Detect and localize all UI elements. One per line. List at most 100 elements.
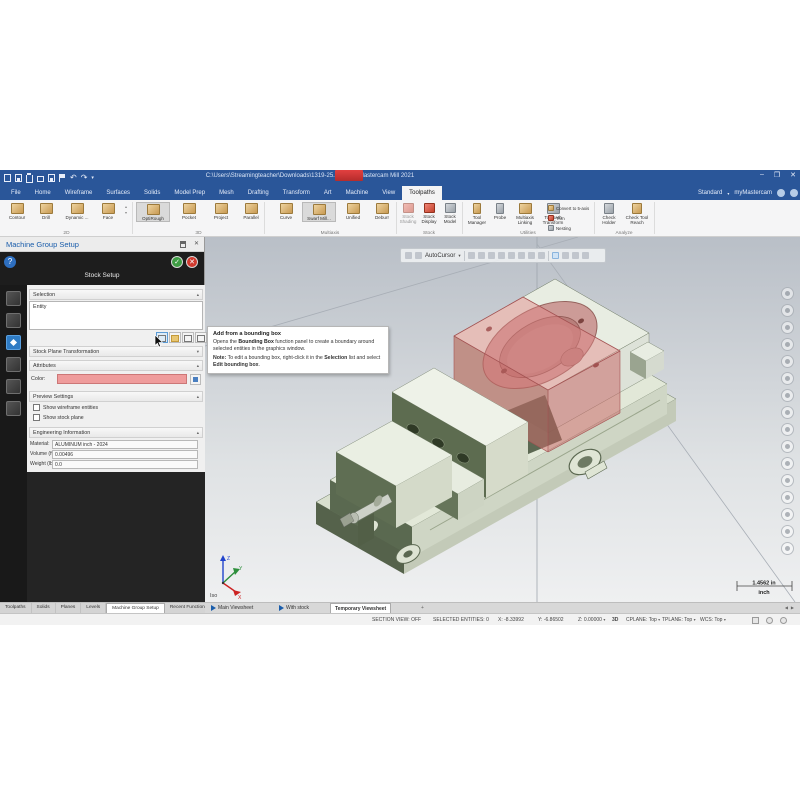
close-button[interactable]: ✕: [790, 171, 796, 179]
shaded-display-button[interactable]: [781, 508, 794, 521]
autocursor-label[interactable]: AutoCursor: [425, 253, 455, 259]
section-view-button[interactable]: [781, 474, 794, 487]
tool-settings-page-icon[interactable]: [6, 313, 21, 328]
snap-quadrant-icon[interactable]: [518, 252, 525, 259]
drill-button[interactable]: Drill: [32, 202, 60, 220]
pan-button[interactable]: [781, 372, 794, 385]
tab-levels-manager[interactable]: Levels: [81, 603, 106, 613]
show-stock-plane-checkbox-row[interactable]: Show stock plane: [33, 414, 84, 421]
fit-view-button[interactable]: [781, 389, 794, 402]
tab-drafting[interactable]: Drafting: [241, 186, 276, 200]
tab-solids[interactable]: Solids: [137, 186, 167, 200]
unified-button[interactable]: Unified: [338, 202, 368, 220]
dynamic-rotate-button[interactable]: [781, 355, 794, 368]
trim-button[interactable]: Trim: [548, 213, 596, 223]
collapse-icon[interactable]: ▴: [197, 392, 199, 402]
files-page-icon[interactable]: [6, 291, 21, 306]
preview-settings-section-header[interactable]: Preview Settings▴: [29, 391, 203, 402]
snap-intersection-icon[interactable]: [508, 252, 515, 259]
restore-button[interactable]: ❐: [774, 171, 780, 179]
add-viewsheet-button[interactable]: +: [417, 603, 428, 613]
minimize-button[interactable]: –: [760, 171, 764, 179]
iso-view-button[interactable]: [781, 406, 794, 419]
multiaxis-linking-button[interactable]: Multiaxis Linking: [512, 202, 538, 225]
panel-close-icon[interactable]: ✕: [194, 240, 199, 247]
tab-machine-group-setup[interactable]: Machine Group Setup: [106, 603, 165, 613]
stock-color-swatch[interactable]: [57, 374, 187, 384]
tab-transform[interactable]: Transform: [276, 186, 317, 200]
selection-section-header[interactable]: Selection▴: [29, 289, 203, 300]
display-options-button[interactable]: [781, 542, 794, 555]
right-view-button[interactable]: [781, 457, 794, 470]
show-wireframe-checkbox-row[interactable]: Show wireframe entities: [33, 404, 98, 411]
clear-selection-icon[interactable]: [582, 252, 589, 259]
collapse-icon[interactable]: ▴: [197, 361, 199, 371]
tab-home[interactable]: Home: [28, 186, 58, 200]
pocket-button[interactable]: Pocket: [174, 202, 204, 220]
curve-button[interactable]: Curve: [272, 202, 300, 220]
tool-page-icon[interactable]: [6, 379, 21, 394]
remove-selection-button[interactable]: [195, 332, 207, 343]
stock-setup-page-icon[interactable]: [6, 335, 21, 350]
select-all-icon[interactable]: [562, 252, 569, 259]
collapse-icon[interactable]: ▴: [197, 428, 199, 438]
snap-midpoint-icon[interactable]: [488, 252, 495, 259]
attributes-section-header[interactable]: Attributes▴: [29, 360, 203, 371]
selection-list-item[interactable]: Entity: [33, 304, 46, 310]
zoom-window-button[interactable]: [781, 304, 794, 317]
tab-mesh[interactable]: Mesh: [212, 186, 241, 200]
color-picker-button[interactable]: [190, 374, 201, 385]
tab-file[interactable]: File: [4, 186, 28, 200]
group-scroll-buttons[interactable]: ▴▾: [122, 204, 130, 217]
wireframe-display-button[interactable]: [781, 491, 794, 504]
viewsheet-main[interactable]: Main Viewsheet: [207, 603, 257, 613]
tab-model-prep[interactable]: Model Prep: [167, 186, 212, 200]
reselect-button[interactable]: [182, 332, 194, 343]
stock-plane-section-header[interactable]: Stock Plane Transformation▾: [29, 346, 203, 357]
tab-view[interactable]: View: [375, 186, 402, 200]
help-icon[interactable]: ?: [4, 256, 16, 268]
parallel-button[interactable]: Parallel: [236, 202, 266, 220]
checkbox-icon[interactable]: [33, 404, 40, 411]
style-selector[interactable]: Standard: [698, 190, 722, 196]
autocursor-caret-icon[interactable]: ▾: [458, 253, 460, 259]
dimension-mode[interactable]: 3D: [612, 617, 618, 623]
collapse-icon[interactable]: ▴: [197, 290, 199, 300]
tplane-selector[interactable]: TPLANE: Top ▾: [662, 617, 696, 623]
face-button[interactable]: Face: [94, 202, 122, 220]
gview-icon[interactable]: [405, 252, 412, 259]
project-button[interactable]: Project: [206, 202, 236, 220]
snap-center-icon[interactable]: [498, 252, 505, 259]
probe-button[interactable]: Probe: [490, 202, 510, 220]
stock-model-button[interactable]: Stock Model: [440, 202, 460, 224]
snap-nearest-icon[interactable]: [538, 252, 545, 259]
tab-wireframe[interactable]: Wireframe: [58, 186, 100, 200]
wcs-selector[interactable]: WCS: Top ▾: [700, 617, 726, 623]
check-holder-button[interactable]: Check Holder: [596, 202, 622, 225]
add-from-file-button[interactable]: [169, 332, 181, 343]
checkbox-icon[interactable]: [33, 414, 40, 421]
engineering-info-section-header[interactable]: Engineering Information▴: [29, 427, 203, 438]
viewsheet-with-stock[interactable]: With stock: [275, 603, 313, 613]
tab-solids-manager[interactable]: Solids: [32, 603, 56, 613]
tab-planes-manager[interactable]: Planes: [56, 603, 82, 613]
safety-zone-page-icon[interactable]: [6, 401, 21, 416]
snap-point-icon[interactable]: [468, 252, 475, 259]
translucent-display-button[interactable]: [781, 525, 794, 538]
tab-surfaces[interactable]: Surfaces: [99, 186, 137, 200]
deburr-button[interactable]: Deburr: [368, 202, 396, 220]
zoom-target-button[interactable]: [781, 321, 794, 334]
status-units-icon[interactable]: [766, 617, 773, 624]
tool-manager-button[interactable]: Tool Manager: [466, 202, 488, 225]
tab-toolpaths-manager[interactable]: Toolpaths: [0, 603, 32, 613]
snap-endpoint-icon[interactable]: [478, 252, 485, 259]
viewsheet-temporary[interactable]: Temporary Viewsheet: [330, 603, 391, 613]
cursor-z-coordinate[interactable]: Z: 0.00000 ▾: [578, 617, 605, 623]
contour-button[interactable]: Contour: [2, 202, 32, 220]
convert-to-5axis-button[interactable]: Convert to 5-axis: [548, 203, 596, 213]
snap-along-icon[interactable]: [528, 252, 535, 259]
optirough-button[interactable]: OptiRough: [136, 202, 170, 222]
expand-icon[interactable]: ▾: [197, 347, 199, 357]
stock-display-button[interactable]: Stock Display: [419, 202, 439, 224]
status-globe-icon[interactable]: [780, 617, 787, 624]
